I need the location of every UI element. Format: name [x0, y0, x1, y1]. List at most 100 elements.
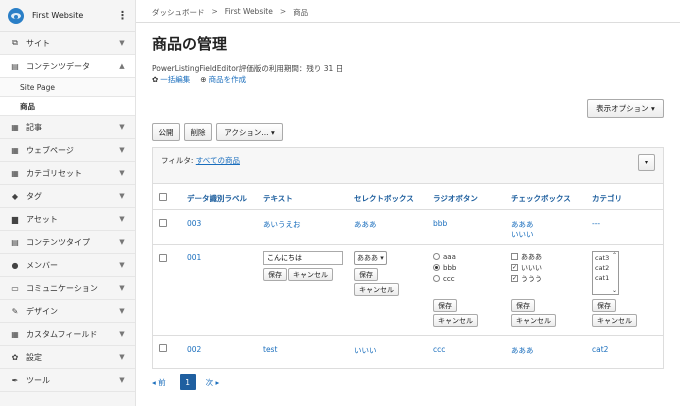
radio-option-label: bbb: [443, 263, 457, 272]
radio-button[interactable]: [433, 275, 440, 282]
select-all-checkbox[interactable]: [159, 193, 167, 201]
checkbox-option[interactable]: ✓ いいい: [511, 262, 556, 273]
sidebar-item-asset[interactable]: ▆ アセット ▼: [0, 208, 135, 231]
scroll-up-icon[interactable]: ⌃: [612, 252, 617, 259]
create-product-label[interactable]: 商品を作成: [209, 75, 247, 84]
webpage-icon: ▦: [11, 145, 19, 155]
row-checkbox[interactable]: [159, 344, 167, 352]
category-option[interactable]: cat1: [595, 273, 616, 283]
row-id-link[interactable]: 002: [187, 345, 201, 354]
column-header-label[interactable]: データ識別ラベル: [187, 193, 247, 204]
text-edit-input[interactable]: [263, 251, 343, 265]
cancel-button[interactable]: キャンセル: [433, 314, 478, 327]
filter-all-products-link[interactable]: すべての商品: [196, 156, 240, 165]
column-header-radio[interactable]: ラジオボタン: [433, 193, 478, 204]
member-icon: ●: [11, 260, 19, 270]
row-radio-value[interactable]: bbb: [433, 219, 447, 228]
sidebar-item-settings[interactable]: ✿ 設定 ▼: [0, 346, 135, 369]
sidebar-item-site[interactable]: ⧉ サイト ▼: [0, 32, 135, 55]
filter-label-group: フィルタ: すべての商品: [161, 155, 240, 166]
column-header-text[interactable]: テキスト: [263, 193, 293, 204]
sidebar-item-content-data[interactable]: ▤ コンテンツデータ ▲: [0, 55, 135, 78]
scroll-down-icon[interactable]: ⌄: [612, 287, 617, 294]
radio-button-selected[interactable]: [433, 264, 440, 271]
row-select-value[interactable]: いいい: [354, 345, 377, 356]
radio-option[interactable]: ccc: [433, 273, 478, 284]
row-text-value[interactable]: あいうえお: [263, 219, 301, 230]
filter-toggle-button[interactable]: ▾: [638, 154, 655, 171]
option-checkbox-checked[interactable]: ✓: [511, 275, 518, 282]
row-checkbox[interactable]: [159, 219, 167, 227]
next-page-link[interactable]: 次 ▸: [206, 377, 220, 388]
row-select-value[interactable]: あああ: [354, 219, 377, 230]
radio-button[interactable]: [433, 253, 440, 260]
cancel-button[interactable]: キャンセル: [592, 314, 637, 327]
sidebar-item-communication[interactable]: ▭ コミュニケーション ▼: [0, 277, 135, 300]
sidebar-item-category-set[interactable]: ▦ カテゴリセット ▼: [0, 162, 135, 185]
prev-page-link[interactable]: ◂ 前: [152, 377, 166, 388]
save-button[interactable]: 保存: [511, 299, 535, 312]
sidebar-item-label: カテゴリセット: [26, 168, 82, 178]
select-box[interactable]: あああ ▾: [354, 251, 387, 265]
row-category-value[interactable]: ---: [592, 219, 600, 228]
sidebar-item-custom-field[interactable]: ▦ カスタムフィールド ▼: [0, 323, 135, 346]
sidebar-subitem-site-page[interactable]: Site Page: [0, 78, 135, 97]
cancel-button[interactable]: キャンセル: [354, 283, 399, 296]
delete-button[interactable]: 削除: [184, 123, 212, 141]
kebab-menu-icon[interactable]: ⋮: [117, 10, 128, 21]
category-edit-group: cat3 cat2 cat1 ⌃ ⌄ 保存 キャンセル: [592, 251, 637, 327]
create-product-link[interactable]: ⊕ 商品を作成: [200, 74, 246, 85]
publish-button[interactable]: 公開: [152, 123, 180, 141]
bulk-edit-label[interactable]: 一括編集: [160, 75, 190, 84]
save-button[interactable]: 保存: [354, 268, 378, 281]
checkbox-option[interactable]: あああ: [511, 251, 556, 262]
save-button[interactable]: 保存: [263, 268, 287, 281]
row-checkbox[interactable]: [159, 254, 167, 262]
cancel-button[interactable]: キャンセル: [288, 268, 333, 281]
row-text-value[interactable]: test: [263, 345, 277, 354]
column-header-select[interactable]: セレクトボックス: [354, 193, 414, 204]
category-option[interactable]: cat2: [595, 263, 616, 273]
sidebar-item-tag[interactable]: ◆ タグ ▼: [0, 185, 135, 208]
category-listbox[interactable]: cat3 cat2 cat1 ⌃ ⌄: [592, 251, 619, 295]
row-radio-value[interactable]: ccc: [433, 345, 445, 354]
sidebar-subitem-product[interactable]: 商品: [0, 97, 135, 116]
sidebar-item-design[interactable]: ✎ デザイン ▼: [0, 300, 135, 323]
sidebar-item-article[interactable]: ▦ 記事 ▼: [0, 116, 135, 139]
radio-option[interactable]: bbb: [433, 262, 478, 273]
row-check-value[interactable]: あああ: [511, 345, 534, 356]
radio-option[interactable]: aaa: [433, 251, 478, 262]
filter-label: フィルタ:: [161, 156, 194, 165]
action-dropdown[interactable]: アクション... ▾: [216, 123, 283, 141]
settings-icon: ✿: [11, 352, 19, 362]
category-set-icon: ▦: [11, 168, 19, 178]
row-id-link[interactable]: 001: [187, 253, 201, 262]
page-actions: ✿ 一括編集 ⊕ 商品を作成: [152, 74, 246, 85]
sidebar-item-label: カスタムフィールド: [26, 329, 98, 339]
cancel-button[interactable]: キャンセル: [511, 314, 556, 327]
row-id-link[interactable]: 003: [187, 219, 201, 228]
content-type-icon: ▤: [11, 237, 19, 247]
row-category-value[interactable]: cat2: [592, 345, 608, 354]
sidebar-item-webpage[interactable]: ▦ ウェブページ ▼: [0, 139, 135, 162]
option-checkbox[interactable]: [511, 253, 518, 260]
bulk-edit-link[interactable]: ✿ 一括編集: [152, 74, 190, 85]
breadcrumb-website[interactable]: First Website: [225, 7, 273, 18]
row-check-value[interactable]: いいい: [511, 229, 534, 240]
column-header-checkbox[interactable]: チェックボックス: [511, 193, 571, 204]
sidebar-item-tools[interactable]: ✒ ツール ▼: [0, 369, 135, 392]
breadcrumb: ダッシュボード > First Website > 商品: [152, 7, 308, 18]
radio-edit-group: aaa bbb ccc 保存 キャンセル: [433, 251, 478, 327]
sidebar-item-member[interactable]: ● メンバー ▼: [0, 254, 135, 277]
breadcrumb-dashboard[interactable]: ダッシュボード: [152, 7, 205, 18]
chevron-down-icon: ▼: [119, 353, 125, 361]
site-icon: ⧉: [12, 38, 18, 47]
column-header-category[interactable]: カテゴリ: [592, 193, 622, 204]
sidebar-item-content-type[interactable]: ▤ コンテンツタイプ ▼: [0, 231, 135, 254]
save-button[interactable]: 保存: [433, 299, 457, 312]
save-button[interactable]: 保存: [592, 299, 616, 312]
checkbox-option[interactable]: ✓ ううう: [511, 273, 556, 284]
option-checkbox-checked[interactable]: ✓: [511, 264, 518, 271]
radio-option-label: ccc: [443, 274, 455, 283]
display-options-button[interactable]: 表示オプション ▾: [587, 99, 664, 118]
